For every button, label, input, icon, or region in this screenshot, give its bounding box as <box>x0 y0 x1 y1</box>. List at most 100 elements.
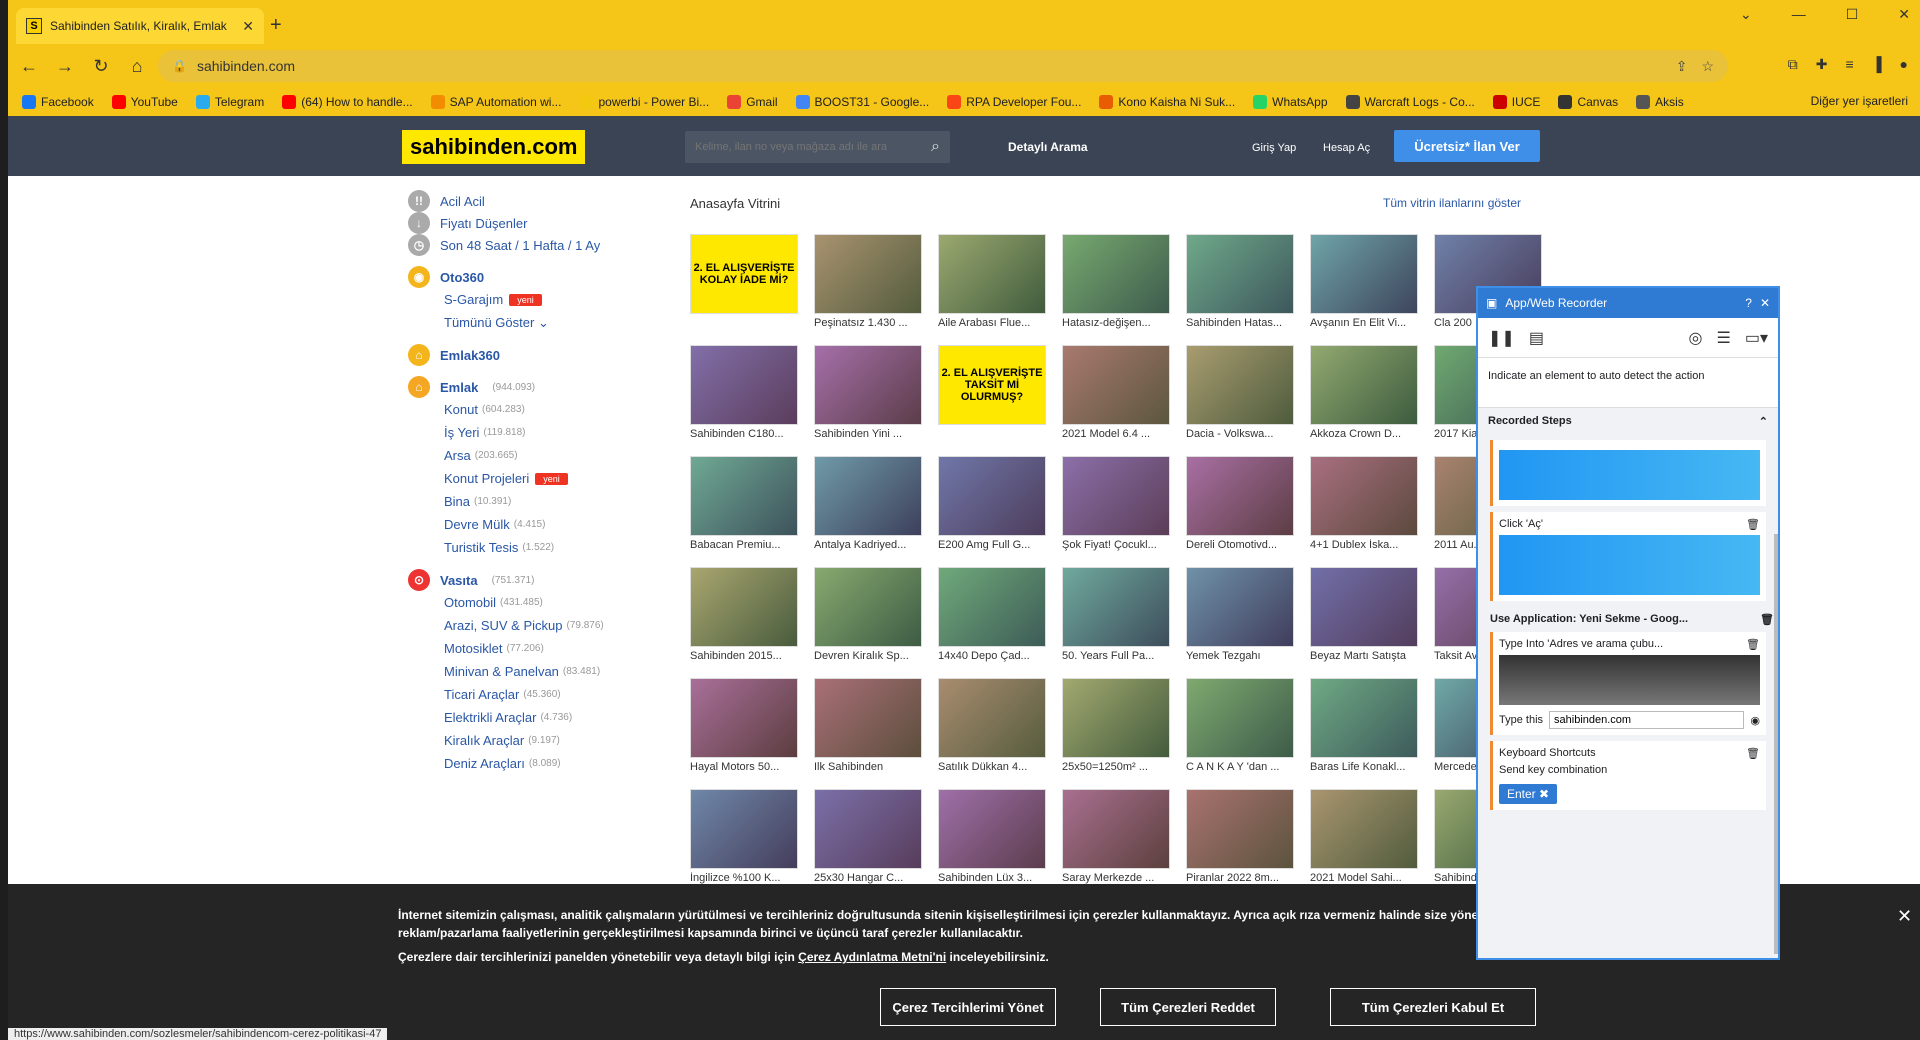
trash-icon[interactable]: 🗑 <box>1760 613 1774 626</box>
sidebar-item-urgent[interactable]: !! Acil Acil <box>408 190 658 212</box>
listing-caption[interactable]: Sahibinden Hatas... <box>1186 317 1294 329</box>
listing-caption[interactable]: Şok Fiyat! Çocukl... <box>1062 539 1170 551</box>
sidebar-item-vasita[interactable]: ⊙ Vasıta (751.371) <box>408 569 658 591</box>
sidebar-item-recent[interactable]: ◷ Son 48 Saat / 1 Hafta / 1 Ay <box>408 234 658 256</box>
showcase-card[interactable]: 50. Years Full Pa... <box>1062 567 1170 662</box>
new-tab-icon[interactable]: + <box>270 14 282 37</box>
showcase-card[interactable]: Sahibinden C180... <box>690 345 798 440</box>
sidebar-item-emlak360[interactable]: ⌂ Emlak360 <box>408 344 658 366</box>
listing-thumbnail[interactable] <box>690 567 798 647</box>
listing-caption[interactable]: Piranlar 2022 8m... <box>1186 872 1294 884</box>
showcase-card[interactable]: Babacan Premiu... <box>690 456 798 551</box>
listing-caption[interactable]: 25x30 Hangar C... <box>814 872 922 884</box>
listing-thumbnail[interactable] <box>1186 234 1294 314</box>
showcase-card[interactable]: İngilizce %100 K... <box>690 789 798 884</box>
scrollbar[interactable] <box>1774 534 1778 954</box>
sidebar-subitem[interactable]: Konut (604.283) <box>408 398 658 421</box>
listing-caption[interactable]: Akkoza Crown D... <box>1310 428 1418 440</box>
sidebar-subitem[interactable]: Turistik Tesis (1.522) <box>408 536 658 559</box>
listing-thumbnail[interactable] <box>1062 789 1170 869</box>
address-bar[interactable]: 🔒 sahibinden.com ⇪ ☆ <box>158 50 1728 82</box>
listing-caption[interactable]: 2021 Model Sahi... <box>1310 872 1418 884</box>
listing-caption[interactable]: Saray Merkezde ... <box>1062 872 1170 884</box>
showcase-card[interactable]: Sahibinden Yini ... <box>814 345 922 440</box>
search-icon[interactable]: ⌕ <box>931 138 940 156</box>
showcase-show-all-link[interactable]: Tüm vitrin ilanlarını göster <box>1383 196 1521 210</box>
showcase-card[interactable]: Peşinatsız 1.430 ... <box>814 234 922 329</box>
listing-caption[interactable]: 50. Years Full Pa... <box>1062 650 1170 662</box>
sidebar-subitem[interactable]: Konut Projeleri yeni <box>408 467 658 490</box>
listing-thumbnail[interactable] <box>814 345 922 425</box>
listing-caption[interactable]: Sahibinden Yini ... <box>814 428 922 440</box>
login-link[interactable]: Giriş Yap <box>1252 142 1296 154</box>
listing-thumbnail[interactable] <box>814 678 922 758</box>
step-keyboard-shortcuts[interactable]: Keyboard Shortcuts 🗑 Send key combination… <box>1490 741 1766 810</box>
sidebar-subitem[interactable]: Elektrikli Araçlar (4.736) <box>408 706 658 729</box>
sidebar-subitem[interactable]: Minivan & Panelvan (83.481) <box>408 660 658 683</box>
showcase-card[interactable]: 2. EL ALIŞVERİŞTE TAKSİT Mİ OLURMUŞ? <box>938 345 1046 435</box>
step-thumbnail[interactable] <box>1490 440 1766 506</box>
listing-caption[interactable]: Satılık Dükkan 4... <box>938 761 1046 773</box>
showcase-card[interactable]: Piranlar 2022 8m... <box>1186 789 1294 884</box>
trash-icon[interactable]: 🗑 <box>1746 638 1760 651</box>
listing-caption[interactable]: Peşinatsız 1.430 ... <box>814 317 922 329</box>
listing-caption[interactable]: E200 Amg Full G... <box>938 539 1046 551</box>
listing-caption[interactable]: 4+1 Dublex İska... <box>1310 539 1418 551</box>
target-icon[interactable]: ◎ <box>1689 328 1703 348</box>
sidebar-subitem[interactable]: Devre Mülk (4.415) <box>408 513 658 536</box>
promo-banner[interactable]: 2. EL ALIŞVERİŞTE KOLAY İADE Mİ? <box>690 234 798 314</box>
listing-thumbnail[interactable] <box>1310 789 1418 869</box>
save-icon[interactable]: ▤ <box>1529 328 1544 348</box>
showcase-card[interactable]: Sahibinden 2015... <box>690 567 798 662</box>
showcase-card[interactable]: Şok Fiyat! Çocukl... <box>1062 456 1170 551</box>
listing-thumbnail[interactable] <box>1310 678 1418 758</box>
listing-thumbnail[interactable] <box>1062 678 1170 758</box>
listing-thumbnail[interactable] <box>1062 567 1170 647</box>
sidebar-subitem[interactable]: Motosiklet (77.206) <box>408 637 658 660</box>
close-tab-icon[interactable]: ✕ <box>242 18 254 35</box>
type-value-input[interactable] <box>1549 711 1745 729</box>
listing-thumbnail[interactable] <box>1062 234 1170 314</box>
showcase-card[interactable]: Beyaz Martı Satışta <box>1310 567 1418 662</box>
bookmark-item[interactable]: Facebook <box>22 95 94 109</box>
listing-thumbnail[interactable] <box>690 345 798 425</box>
bookmark-item[interactable]: (64) How to handle... <box>282 95 413 109</box>
bookmark-item[interactable]: SAP Automation wi... <box>430 95 561 109</box>
share-icon[interactable]: ⇪ <box>1676 58 1688 75</box>
profile-avatar[interactable]: ● <box>1900 56 1908 73</box>
listing-thumbnail[interactable] <box>938 789 1046 869</box>
listing-caption[interactable]: C A N K A Y 'dan ... <box>1186 761 1294 773</box>
home-icon[interactable]: ⌂ <box>126 56 148 77</box>
showcase-card[interactable]: Antalya Kadriyed... <box>814 456 922 551</box>
listing-thumbnail[interactable] <box>1186 345 1294 425</box>
step-use-application[interactable]: Use Application: Yeni Sekme - Goog... 🗑 <box>1490 613 1774 626</box>
listing-caption[interactable]: Sahibinden 2015... <box>690 650 798 662</box>
listing-caption[interactable]: Devren Kiralık Sp... <box>814 650 922 662</box>
listing-thumbnail[interactable] <box>690 678 798 758</box>
site-logo[interactable]: sahibinden.com <box>402 130 586 164</box>
puzzle-icon[interactable]: ✚ <box>1816 56 1828 73</box>
listing-thumbnail[interactable] <box>814 234 922 314</box>
listing-thumbnail[interactable] <box>690 456 798 536</box>
sidebar-subitem[interactable]: Bina (10.391) <box>408 490 658 513</box>
listing-caption[interactable]: Sahibinden Lüx 3... <box>938 872 1046 884</box>
listing-thumbnail[interactable] <box>814 567 922 647</box>
step-type-into[interactable]: Type Into 'Adres ve arama çubu... 🗑 Type … <box>1490 632 1766 735</box>
pause-icon[interactable]: ❚❚ <box>1488 328 1515 348</box>
listing-thumbnail[interactable] <box>1186 456 1294 536</box>
showcase-card[interactable]: E200 Amg Full G... <box>938 456 1046 551</box>
listing-caption[interactable]: Baras Life Konakl... <box>1310 761 1418 773</box>
advanced-search-link[interactable]: Detaylı Arama <box>1008 140 1088 154</box>
maximize-icon[interactable]: ☐ <box>1846 6 1859 23</box>
chevron-down-icon[interactable]: ⌄ <box>1740 6 1752 23</box>
bookmark-item[interactable]: Kono Kaisha Ni Suk... <box>1099 95 1235 109</box>
bookmark-item[interactable]: RPA Developer Fou... <box>947 95 1081 109</box>
browser-tab[interactable]: S Sahibinden Satılık, Kiralık, Emlak ✕ <box>16 8 264 44</box>
trash-icon[interactable]: 🗑 <box>1746 518 1760 531</box>
sidebar-subitem[interactable]: Arazi, SUV & Pickup (79.876) <box>408 614 658 637</box>
listing-caption[interactable]: Beyaz Martı Satışta <box>1310 650 1418 662</box>
showcase-card[interactable]: Saray Merkezde ... <box>1062 789 1170 884</box>
cookie-policy-link[interactable]: Çerez Aydınlatma Metni'ni <box>798 950 946 964</box>
listing-caption[interactable]: 2021 Model 6.4 ... <box>1062 428 1170 440</box>
showcase-card[interactable]: Sahibinden Lüx 3... <box>938 789 1046 884</box>
